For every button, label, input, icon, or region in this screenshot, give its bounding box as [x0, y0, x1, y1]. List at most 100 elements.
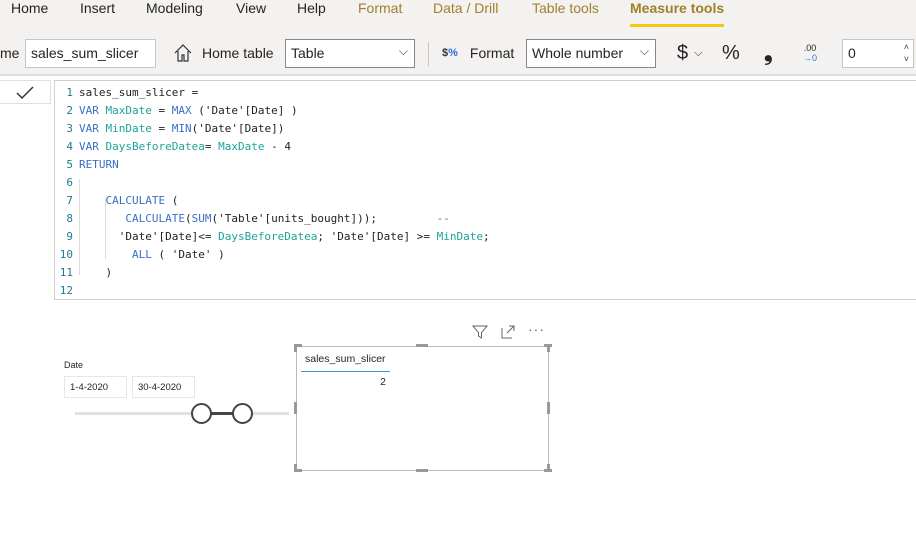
tab-modeling[interactable]: Modeling: [146, 0, 203, 16]
name-input[interactable]: sales_sum_slicer: [25, 39, 156, 68]
focus-mode-icon[interactable]: [500, 324, 516, 340]
divider: [428, 42, 429, 66]
header-underline: [301, 371, 390, 372]
tab-format[interactable]: Format: [358, 0, 402, 16]
check-icon[interactable]: [15, 85, 35, 101]
code-token: MIN: [171, 122, 192, 135]
code-token: CALCULATE: [125, 212, 185, 225]
slicer-start-date[interactable]: 1-4-2020: [64, 376, 127, 398]
line-number: 7: [66, 194, 73, 207]
column-header[interactable]: sales_sum_slicer: [305, 353, 386, 365]
code-line: 7 CALCULATE (: [55, 192, 490, 210]
formula-editor[interactable]: 1 sales_sum_slicer = 2 VAR MaxDate = MAX ('…: [54, 80, 916, 300]
home-table-group: Home table: [172, 38, 274, 68]
decimal-places-input[interactable]: 0 ˄ ˅: [842, 39, 914, 68]
home-icon: [174, 44, 192, 62]
percent-button[interactable]: %: [722, 38, 740, 68]
code-line: 2 VAR MaxDate = MAX ('Date'[Date] ): [55, 102, 490, 120]
code-line: 6: [55, 174, 490, 192]
code-line: 4 VAR DaysBeforeDatea= MaxDate - 4: [55, 138, 490, 156]
filter-icon[interactable]: [472, 324, 488, 340]
code-line: 3 VAR MinDate = MIN('Date'[Date]): [55, 120, 490, 138]
line-number: 1: [66, 86, 73, 99]
slicer-end-date[interactable]: 30-4-2020: [132, 376, 195, 398]
resize-handle[interactable]: [416, 469, 428, 472]
code-token: ): [79, 266, 113, 279]
code-line: 10 ALL ( 'Date' ): [55, 246, 490, 264]
code-token: MAX: [171, 104, 192, 117]
currency-button[interactable]: $ ⌵: [677, 38, 702, 68]
code-token: (: [184, 212, 192, 225]
code-token: ('Date'[Date] ): [191, 104, 298, 117]
resize-handle[interactable]: [547, 464, 550, 472]
home-table-value: Table: [291, 45, 325, 61]
line-number: 3: [66, 122, 73, 135]
slicer-start-handle[interactable]: [191, 403, 212, 424]
line-number: 4: [66, 140, 73, 153]
code-token: MaxDate: [105, 104, 152, 117]
tab-insert[interactable]: Insert: [80, 0, 115, 16]
code-token: ;: [483, 230, 490, 243]
home-table-select[interactable]: Table ⌵: [285, 39, 415, 68]
code-token: MaxDate: [218, 140, 265, 153]
decimal-button[interactable]: .00 →0: [803, 38, 817, 68]
resize-handle[interactable]: [547, 344, 550, 352]
resize-handle[interactable]: [416, 344, 428, 347]
code-token: ('Date'[Date]): [191, 122, 285, 135]
spinner-icon[interactable]: ˄ ˅: [904, 41, 909, 65]
table-visual[interactable]: sales_sum_slicer 2: [296, 346, 549, 471]
format-value: Whole number: [532, 45, 624, 61]
resize-handle[interactable]: [294, 344, 297, 352]
code-token: RETURN: [79, 158, 119, 171]
tab-home[interactable]: Home: [11, 0, 48, 16]
format-icon: $%: [442, 47, 458, 59]
slicer-track[interactable]: [75, 412, 289, 415]
line-number: 5: [66, 158, 73, 171]
line-number: 2: [66, 104, 73, 117]
code-token: DaysBeforeDatea: [218, 230, 318, 243]
line-number: 6: [66, 176, 73, 189]
code-token: ( 'Date' ): [151, 248, 225, 261]
tab-measure-tools[interactable]: Measure tools: [630, 0, 725, 27]
chevron-down-icon: ⌵: [639, 44, 649, 58]
code-token: ; 'Date'[Date] >=: [317, 230, 437, 243]
code-token: MinDate: [105, 122, 152, 135]
line-number: 10: [59, 248, 73, 261]
slicer-title: Date: [64, 360, 84, 370]
format-label: Format: [469, 45, 515, 61]
code-token: CALCULATE: [105, 194, 166, 207]
line-number: 8: [66, 212, 73, 225]
code-token: MinDate: [436, 230, 483, 243]
code-token: - 4: [264, 140, 291, 153]
resize-handle[interactable]: [294, 402, 297, 414]
tab-view[interactable]: View: [236, 0, 266, 16]
code-token: VAR: [79, 104, 106, 117]
tab-table-tools[interactable]: Table tools: [532, 0, 599, 16]
tab-data-drill[interactable]: Data / Drill: [433, 0, 498, 16]
code-token: ALL: [131, 248, 152, 261]
code-token: =: [151, 122, 172, 135]
comma-button[interactable]: ❟: [764, 38, 773, 68]
more-options-icon[interactable]: ···: [528, 321, 545, 337]
slicer-end-handle[interactable]: [232, 403, 253, 424]
dollar-icon: $: [677, 41, 689, 64]
format-select[interactable]: Whole number ⌵: [526, 39, 656, 68]
code-token: (: [165, 194, 179, 207]
chevron-down-icon: ⌵: [398, 44, 408, 58]
code-token: =: [204, 140, 219, 153]
resize-handle[interactable]: [547, 402, 550, 414]
resize-handle[interactable]: [294, 464, 297, 472]
cell-value: 2: [380, 376, 386, 388]
code-line: 11 ): [55, 264, 490, 282]
code-lines: 1 sales_sum_slicer = 2 VAR MaxDate = MAX ('…: [55, 84, 490, 300]
code-token: VAR: [79, 122, 106, 135]
home-table-label: Home table: [202, 45, 274, 61]
code-token: DaysBeforeDatea: [105, 140, 205, 153]
code-token: --: [436, 212, 450, 225]
code-token: SUM: [191, 212, 212, 225]
code-token: sales_sum_slicer =: [79, 86, 199, 99]
tab-help[interactable]: Help: [297, 0, 326, 16]
